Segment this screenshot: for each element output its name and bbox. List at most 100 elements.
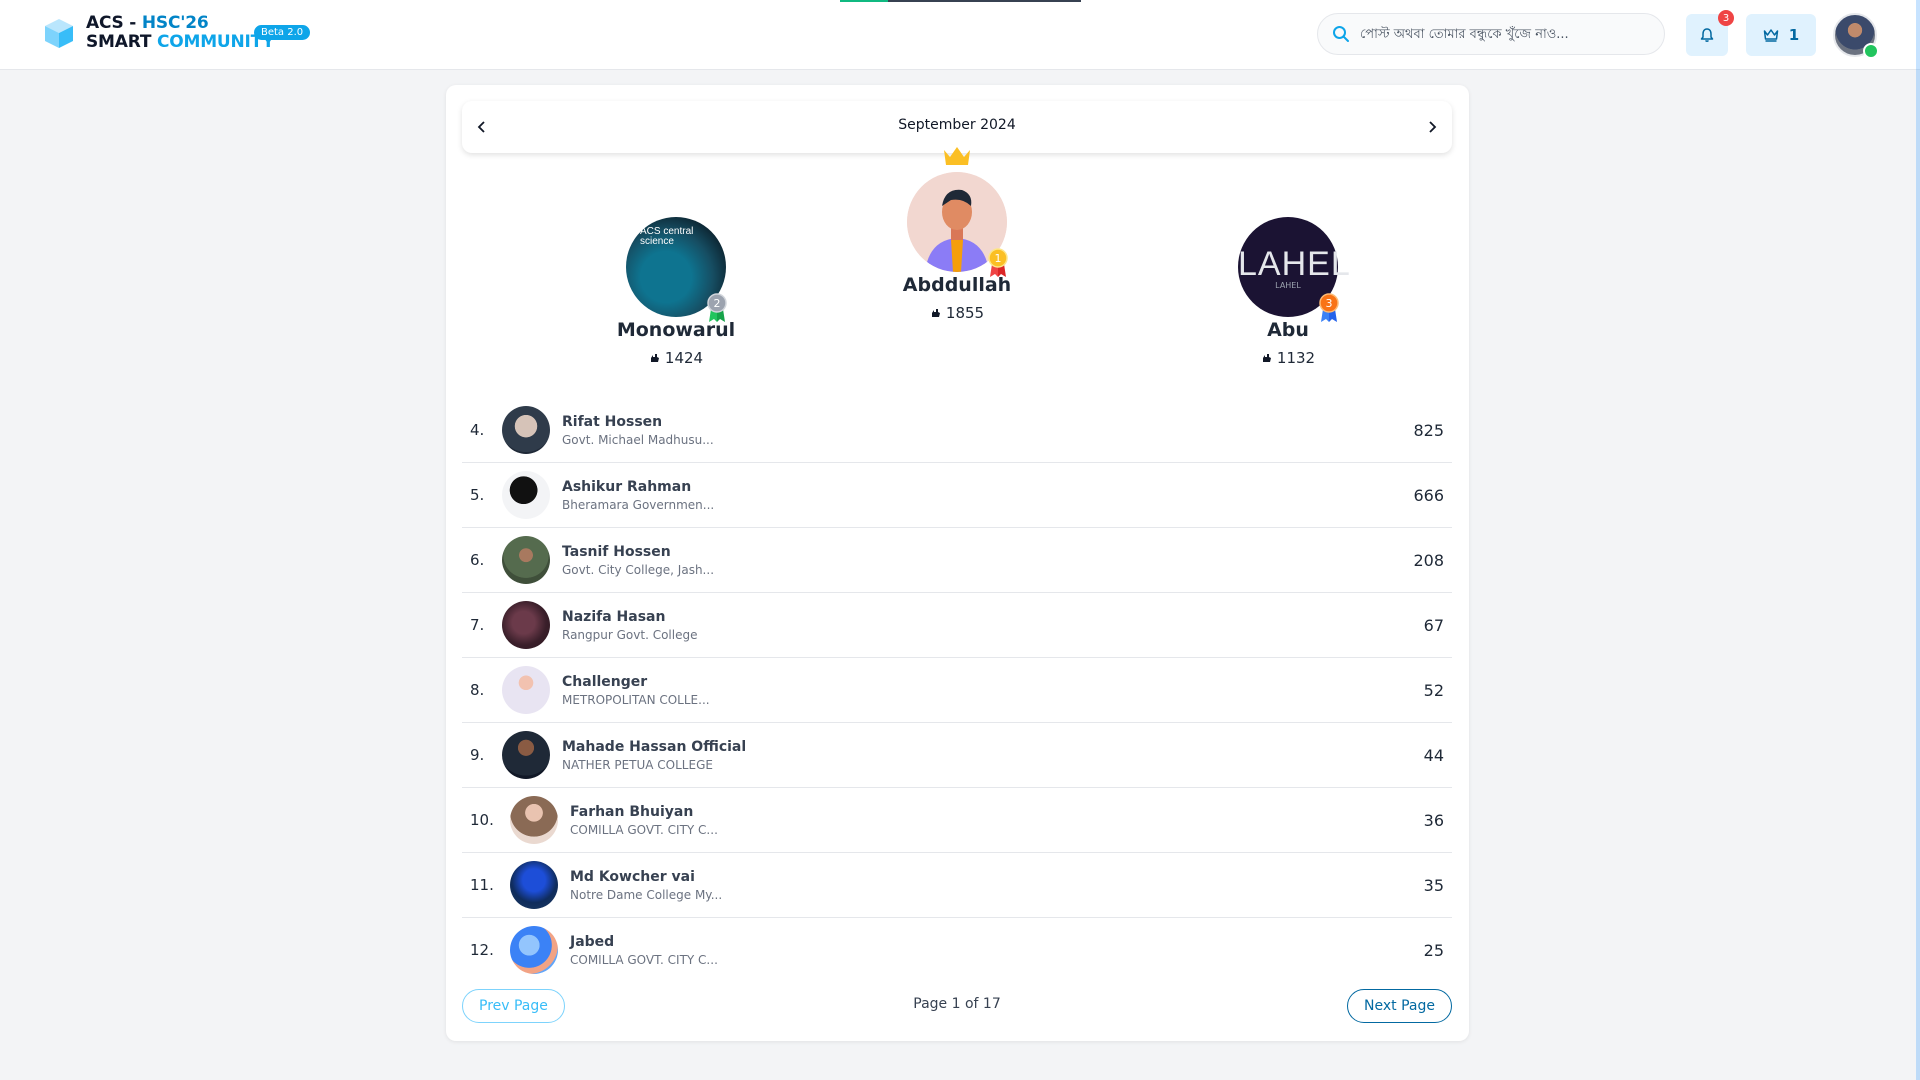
row-score: 35 <box>1423 875 1444 895</box>
gold-medal-icon: 1 <box>988 248 1008 277</box>
logo-text: ACS - HSC'26 SMART COMMUNITY <box>86 14 274 52</box>
row-college: COMILLA GOVT. CITY C... <box>570 822 718 837</box>
row-college: METROPOLITAN COLLE... <box>562 692 710 707</box>
row-rank: 4. <box>470 421 485 439</box>
crown-button[interactable]: 1 <box>1746 14 1816 56</box>
row-college: COMILLA GOVT. CITY C... <box>570 952 718 967</box>
row-college: Govt. City College, Jash... <box>562 562 715 577</box>
row-rank: 9. <box>470 746 485 764</box>
avatar-lahel-text: LAHEL <box>1238 245 1351 283</box>
ranking-row[interactable]: 10. Farhan Bhuiyan COMILLA GOVT. CITY C..… <box>462 788 1452 853</box>
podium-avatar: ACS central science 2 <box>626 217 727 322</box>
ranking-row[interactable]: 6. Tasnif Hossen Govt. City College, Jash… <box>462 528 1452 593</box>
row-score: 67 <box>1423 615 1444 635</box>
next-month-button[interactable] <box>1420 115 1444 139</box>
search-bar[interactable] <box>1317 13 1665 55</box>
row-score: 666 <box>1413 485 1444 505</box>
month-label: September 2024 <box>898 117 1016 133</box>
page-info: Page 1 of 17 <box>913 996 1001 1012</box>
notification-count-badge: 3 <box>1718 10 1734 26</box>
online-status-dot <box>1863 43 1879 59</box>
ranking-row[interactable]: 9. Mahade Hassan Official NATHER PETUA CO… <box>462 723 1452 788</box>
cube-logo-icon <box>45 19 73 48</box>
row-score: 52 <box>1423 680 1444 700</box>
row-score: 44 <box>1423 745 1444 765</box>
medal-rank: 1 <box>995 252 1002 265</box>
row-score: 25 <box>1423 940 1444 960</box>
ranking-row[interactable]: 11. Md Kowcher vai Notre Dame College My.… <box>462 853 1452 918</box>
fist-icon <box>1262 354 1271 362</box>
ranking-row[interactable]: 4. Rifat Hossen Govt. Michael Madhusu... … <box>462 398 1452 463</box>
ranking-row[interactable]: 5. Ashikur Rahman Bheramara Governmen... … <box>462 463 1452 528</box>
podium-avatar: LAHEL LAHEL 3 <box>1238 217 1351 322</box>
chevron-right-icon <box>1429 121 1437 133</box>
row-rank: 11. <box>470 876 494 894</box>
page-progress-bar <box>840 0 1081 2</box>
podium-name: Monowarul <box>616 319 736 341</box>
row-name: Mahade Hassan Official <box>562 738 747 755</box>
row-rank: 12. <box>470 941 494 959</box>
row-name: Jabed <box>570 933 615 950</box>
podium-score-value: 1424 <box>664 349 704 367</box>
medal-rank: 2 <box>714 297 721 310</box>
row-name: Md Kowcher vai <box>570 868 695 885</box>
row-avatar <box>510 926 558 974</box>
ranking-row[interactable]: 7. Nazifa Hasan Rangpur Govt. College 67 <box>462 593 1452 658</box>
row-rank: 10. <box>470 811 494 829</box>
row-avatar <box>502 601 550 649</box>
row-name: Challenger <box>562 673 648 690</box>
row-score: 208 <box>1413 550 1444 570</box>
top-navbar: ACS - HSC'26 SMART COMMUNITY Beta 2.0 3 … <box>0 0 1920 70</box>
logo-smart: SMART <box>86 32 157 52</box>
medal-rank: 3 <box>1326 297 1333 310</box>
row-avatar <box>510 861 558 909</box>
row-avatar <box>502 666 550 714</box>
podium-third[interactable]: LAHEL LAHEL 3 Abu 1132 <box>1178 217 1398 367</box>
scrollbar[interactable] <box>1916 0 1920 1080</box>
bell-icon <box>1700 28 1714 42</box>
podium-first[interactable]: 1 Abddullah 1855 <box>847 147 1067 322</box>
row-rank: 6. <box>470 551 485 569</box>
ranking-list: 4. Rifat Hossen Govt. Michael Madhusu... … <box>462 398 1452 982</box>
fist-icon <box>650 354 659 362</box>
crown-count: 1 <box>1788 26 1800 44</box>
row-college: NATHER PETUA COLLEGE <box>562 757 713 772</box>
ranking-row[interactable]: 12. Jabed COMILLA GOVT. CITY C... 25 <box>462 918 1452 982</box>
row-name: Farhan Bhuiyan <box>570 803 694 820</box>
notifications-button[interactable]: 3 <box>1686 10 1734 56</box>
logo-acs: ACS - <box>86 13 142 33</box>
podium-avatar: 1 <box>907 147 1008 277</box>
row-avatar <box>510 796 558 844</box>
search-icon <box>1333 26 1349 42</box>
logo-hsc: HSC'26 <box>141 13 209 33</box>
ranking-row[interactable]: 8. Challenger METROPOLITAN COLLE... 52 <box>462 658 1452 723</box>
row-avatar <box>502 406 550 454</box>
row-name: Nazifa Hasan <box>562 608 666 625</box>
beta-badge: Beta 2.0 <box>254 25 311 40</box>
row-college: Rangpur Govt. College <box>562 627 698 642</box>
next-page-button[interactable]: Next Page <box>1347 989 1452 1023</box>
site-logo[interactable]: ACS - HSC'26 SMART COMMUNITY Beta 2.0 <box>42 14 311 52</box>
leaderboard-card: September 2024 ACS central science 2 Mon… <box>446 85 1469 1041</box>
podium-name: Abu <box>1267 319 1309 341</box>
podium-score: 1132 <box>1178 349 1398 367</box>
pagination: Prev Page Page 1 of 17 Next Page <box>462 989 1452 1025</box>
row-score: 825 <box>1413 420 1444 440</box>
row-name: Ashikur Rahman <box>562 478 692 495</box>
row-rank: 5. <box>470 486 485 504</box>
podium-score: 1424 <box>566 349 786 367</box>
row-avatar <box>502 471 550 519</box>
podium-score-value: 1855 <box>945 304 985 322</box>
silver-medal-icon: 2 <box>707 293 727 322</box>
podium-score: 1855 <box>847 304 1067 322</box>
gold-crown-icon <box>944 147 970 165</box>
avatar-lahel-sub: LAHEL <box>1275 281 1301 290</box>
podium-score-value: 1132 <box>1276 349 1316 367</box>
search-input[interactable] <box>1358 25 1664 43</box>
podium-second[interactable]: ACS central science 2 Monowarul 1424 <box>566 217 786 367</box>
bronze-medal-icon: 3 <box>1319 293 1339 322</box>
row-rank: 8. <box>470 681 485 699</box>
row-college: Govt. Michael Madhusu... <box>562 432 714 447</box>
row-college: Notre Dame College My... <box>570 887 723 902</box>
page-progress-fill <box>840 0 889 2</box>
